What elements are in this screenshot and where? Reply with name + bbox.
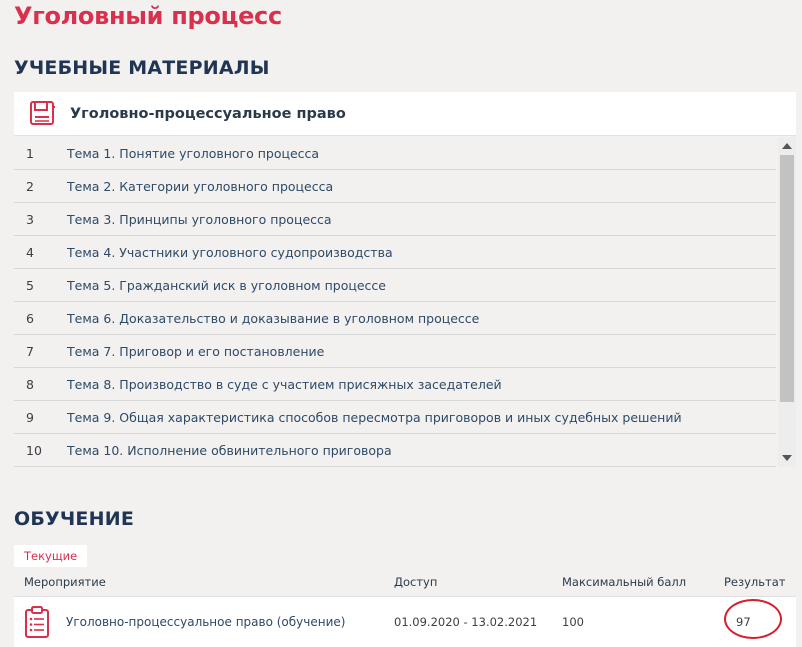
page-title: Уголовный процесс <box>14 2 282 30</box>
list-item[interactable]: 7 Тема 7. Приговор и его постановление <box>14 335 776 368</box>
event-link[interactable]: Уголовно-процессуальное право (обучение) <box>66 615 345 629</box>
table-header: Мероприятие Доступ Максимальный балл Рез… <box>14 567 796 597</box>
course-header[interactable]: Уголовно-процессуальное право <box>14 92 796 136</box>
topic-link[interactable]: Тема 3. Принципы уголовного процесса <box>67 212 776 227</box>
events-table: Мероприятие Доступ Максимальный балл Рез… <box>14 567 796 647</box>
clipboard-icon <box>25 606 49 638</box>
scroll-thumb[interactable] <box>780 155 794 402</box>
column-header-access: Доступ <box>394 574 438 589</box>
topic-number: 2 <box>26 178 34 194</box>
result-cell-wrap: 97 <box>724 599 796 639</box>
list-item[interactable]: 9 Тема 9. Общая характеристика способов … <box>14 401 776 434</box>
topic-number: 10 <box>26 442 42 458</box>
topic-link[interactable]: Тема 9. Общая характеристика способов пе… <box>67 410 776 425</box>
topic-number: 1 <box>26 145 34 161</box>
scroll-up-icon[interactable] <box>782 143 792 149</box>
topic-number: 6 <box>26 310 34 326</box>
topic-number: 7 <box>26 343 34 359</box>
topic-number: 4 <box>26 244 34 260</box>
topic-link[interactable]: Тема 1. Понятие уголовного процесса <box>67 146 776 161</box>
topic-link[interactable]: Тема 8. Производство в суде с участием п… <box>67 377 776 392</box>
materials-section-title: УЧЕБНЫЕ МАТЕРИАЛЫ <box>14 57 270 79</box>
event-cell: Уголовно-процессуальное право (обучение) <box>14 605 394 639</box>
topics-list: 1 Тема 1. Понятие уголовного процесса 2 … <box>14 137 776 467</box>
course-name: Уголовно-процессуальное право <box>70 105 346 122</box>
topic-link[interactable]: Тема 10. Исполнение обвинительного приго… <box>67 443 776 458</box>
topic-link[interactable]: Тема 4. Участники уголовного судопроизво… <box>67 245 776 260</box>
column-header-event: Мероприятие <box>24 574 106 589</box>
table-row[interactable]: Уголовно-процессуальное право (обучение)… <box>14 597 796 647</box>
topic-link[interactable]: Тема 6. Доказательство и доказывание в у… <box>67 311 776 326</box>
topic-number: 3 <box>26 211 34 227</box>
list-item[interactable]: 10 Тема 10. Исполнение обвинительного пр… <box>14 434 776 467</box>
list-item[interactable]: 2 Тема 2. Категории уголовного процесса <box>14 170 776 203</box>
book-icon <box>30 100 55 125</box>
result-cell: 97 <box>724 599 782 639</box>
training-section-title: ОБУЧЕНИЕ <box>14 508 134 530</box>
topic-link[interactable]: Тема 7. Приговор и его постановление <box>67 344 776 359</box>
topic-number: 9 <box>26 409 34 425</box>
annotation-circle <box>724 599 782 639</box>
list-item[interactable]: 4 Тема 4. Участники уголовного судопроиз… <box>14 236 776 269</box>
topic-link[interactable]: Тема 2. Категории уголовного процесса <box>67 179 776 194</box>
topics-list-container: 1 Тема 1. Понятие уголовного процесса 2 … <box>14 137 796 467</box>
max-score-cell: 100 <box>562 615 584 629</box>
access-cell: 01.09.2020 - 13.02.2021 <box>394 615 538 629</box>
topic-number: 5 <box>26 277 34 293</box>
topic-number: 8 <box>26 376 34 392</box>
list-item[interactable]: 8 Тема 8. Производство в суде с участием… <box>14 368 776 401</box>
column-header-result: Результат <box>724 574 786 589</box>
tab-current[interactable]: Текущие <box>14 545 88 567</box>
list-item[interactable]: 3 Тема 3. Принципы уголовного процесса <box>14 203 776 236</box>
list-item[interactable]: 1 Тема 1. Понятие уголовного процесса <box>14 137 776 170</box>
column-header-max-score: Максимальный балл <box>562 574 687 589</box>
scroll-down-icon[interactable] <box>782 455 792 461</box>
list-item[interactable]: 6 Тема 6. Доказательство и доказывание в… <box>14 302 776 335</box>
list-item[interactable]: 5 Тема 5. Гражданский иск в уголовном пр… <box>14 269 776 302</box>
topics-scrollbar[interactable] <box>778 137 796 467</box>
topic-link[interactable]: Тема 5. Гражданский иск в уголовном проц… <box>67 278 776 293</box>
